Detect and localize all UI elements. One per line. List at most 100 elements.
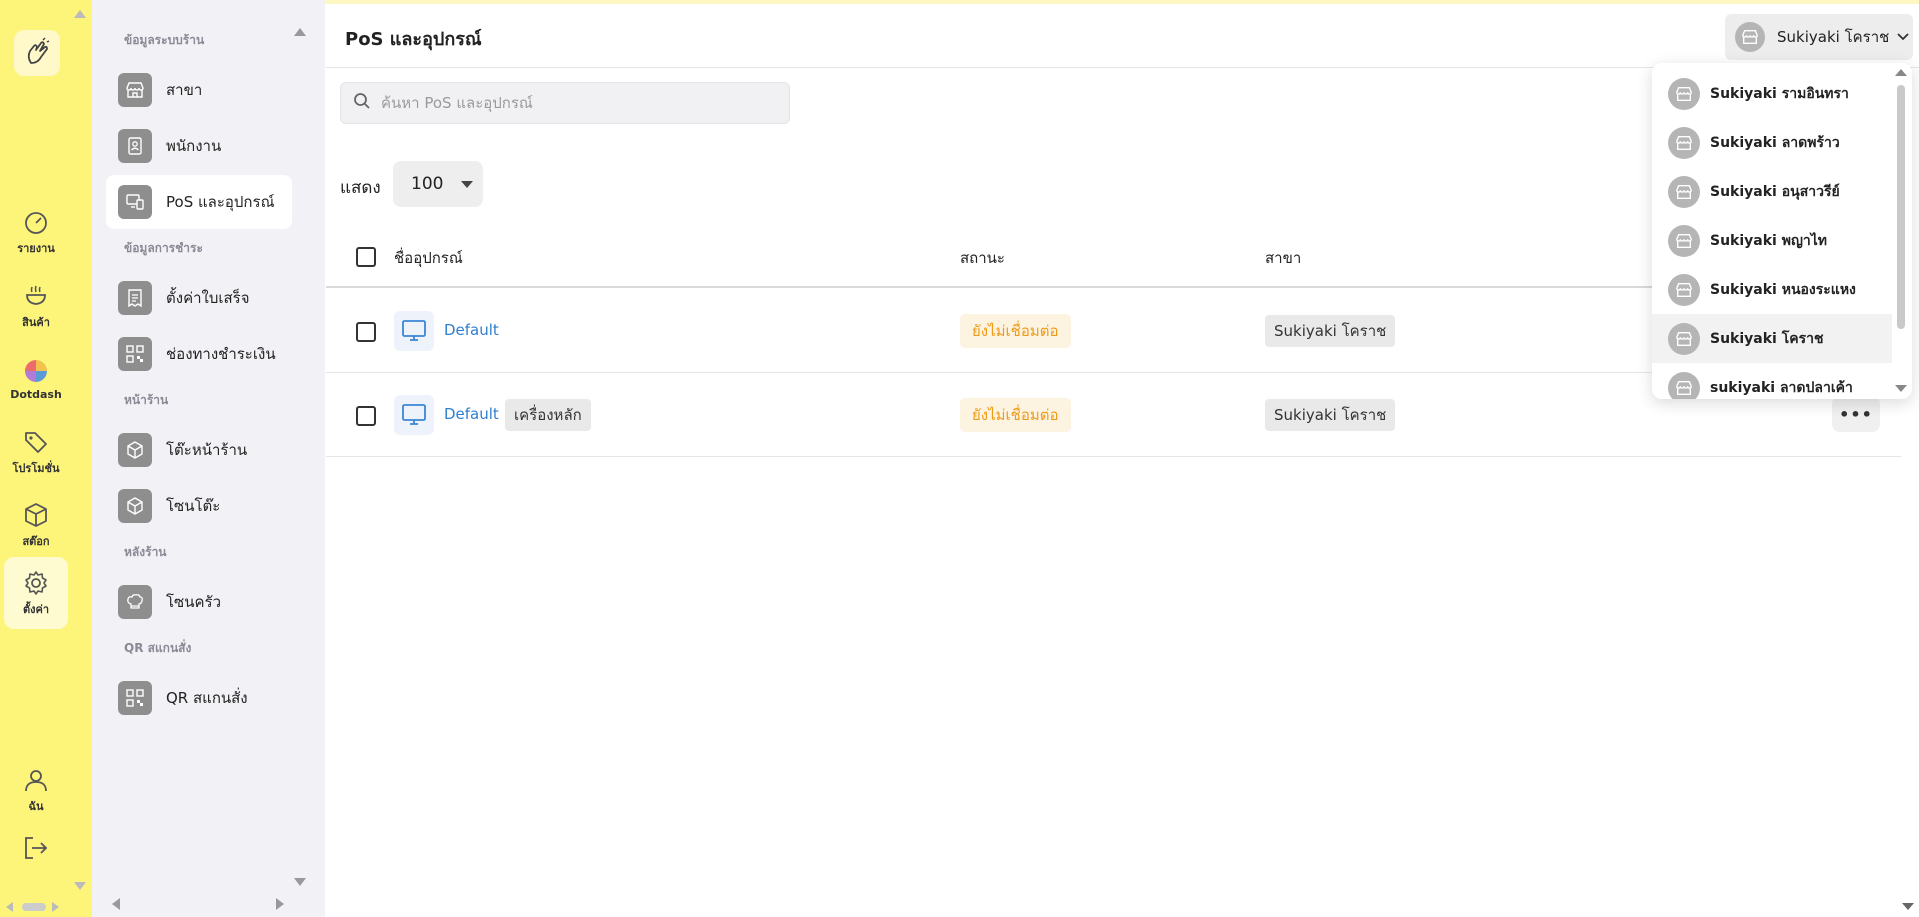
sidebar-item-qr-order[interactable]: QR สแกนสั่ง: [106, 671, 292, 725]
sidebar-item-label: โซนครัว: [166, 593, 222, 611]
store-icon: [1676, 135, 1692, 150]
rail-item-settings[interactable]: ตั้งค่า: [4, 557, 68, 629]
sidebar-scroll-up-arrow[interactable]: [294, 28, 306, 36]
rail-scroll-down-arrow[interactable]: [74, 882, 86, 890]
search-icon: [353, 92, 371, 114]
branch-option[interactable]: Sukiyaki หนองระแหง: [1652, 265, 1892, 314]
sidebar-item-label: ช่องทางชำระเงิน: [166, 345, 276, 363]
box-icon: [22, 501, 50, 529]
caret-down-icon: [461, 181, 473, 188]
branch-option[interactable]: sukiyaki ลาดปลาเค้า: [1652, 363, 1892, 399]
sidebar-scroll-left-arrow[interactable]: [112, 898, 120, 910]
rail-item-promotion[interactable]: โปรโมชั่น: [4, 416, 68, 488]
store-avatar: [1668, 273, 1700, 306]
column-header-status: สถานะ: [960, 249, 1005, 267]
main-scroll-down-arrow[interactable]: [1902, 903, 1914, 910]
store-avatar: [1735, 22, 1765, 52]
store-icon: [1742, 30, 1758, 44]
logout-button[interactable]: [4, 812, 68, 884]
row-checkbox[interactable]: [356, 322, 376, 342]
store-avatar: [1668, 322, 1700, 355]
rail-item-label: สินค้า: [22, 315, 50, 329]
sidebar-item-branch[interactable]: สาขา: [106, 63, 292, 117]
gauge-icon: [22, 208, 50, 236]
main-rail: รายงาน สินค้า Dotdash โปรโมชั่น สต๊อก ตั…: [0, 0, 92, 917]
rail-item-stock[interactable]: สต๊อก: [4, 489, 68, 561]
column-header-branch: สาขา: [1265, 249, 1302, 267]
row-checkbox[interactable]: [356, 406, 376, 426]
sidebar-item-label: QR สแกนสั่ง: [166, 689, 248, 707]
branch-option[interactable]: Sukiyaki รามอินทรา: [1652, 69, 1892, 118]
sidebar-item-label: โต๊ะหน้าร้าน: [166, 441, 248, 459]
branch-selector-button[interactable]: Sukiyaki โคราช: [1725, 14, 1913, 60]
sidebar-item-label: พนักงาน: [166, 137, 222, 155]
branch-option-label: Sukiyaki อนุสาวรีย์: [1710, 183, 1840, 200]
store-icon: [1676, 331, 1692, 346]
branch-tag: Sukiyaki โคราช: [1265, 399, 1396, 431]
receipt-icon: [118, 281, 152, 315]
page-header: PoS และอุปกรณ์ Sukiyaki โคราช: [326, 4, 1919, 68]
sidebar-item-label: ตั้งค่าใบเสร็จ: [166, 289, 250, 307]
search-input[interactable]: [381, 94, 761, 112]
page-title: PoS และอุปกรณ์: [345, 29, 482, 50]
main-device-tag: เครื่องหลัก: [505, 399, 591, 431]
rail-horizontal-scrollbar[interactable]: [22, 903, 46, 911]
row-more-button[interactable]: •••: [1832, 396, 1880, 432]
branch-option[interactable]: Sukiyaki ลาดพร้าว: [1652, 118, 1892, 167]
store-avatar: [1668, 371, 1700, 399]
per-page-label: แสดง: [340, 178, 381, 198]
per-page-select[interactable]: 100: [393, 161, 483, 207]
branch-tag: Sukiyaki โคราช: [1265, 315, 1396, 347]
user-icon: [22, 766, 50, 794]
store-icon: [118, 73, 152, 107]
branch-dropdown: Sukiyaki รามอินทรา Sukiyaki ลาดพร้าว Suk…: [1652, 63, 1912, 399]
branch-option-selected[interactable]: Sukiyaki โคราช: [1652, 314, 1892, 363]
sidebar-item-table-zone[interactable]: โซนโต๊ะ: [106, 479, 292, 533]
sidebar-scroll-down-arrow[interactable]: [294, 878, 306, 886]
settings-sidebar: ข้อมูลระบบร้าน สาขา พนักงาน PoS และอุปกร…: [92, 0, 325, 917]
sidebar-section-back-store: หลังร้าน: [124, 545, 167, 559]
app-logo[interactable]: [14, 30, 60, 76]
dropdown-scrollbar-thumb[interactable]: [1897, 85, 1905, 329]
branch-option-label: Sukiyaki พญาไท: [1710, 232, 1828, 249]
sidebar-item-staff[interactable]: พนักงาน: [106, 119, 292, 173]
bowl-icon: [22, 282, 50, 310]
monitor-icon: [394, 395, 434, 435]
branch-option-label: Sukiyaki หนองระแหง: [1710, 281, 1856, 298]
hand-logo-icon: [27, 37, 50, 64]
sidebar-item-receipt[interactable]: ตั้งค่าใบเสร็จ: [106, 271, 292, 325]
store-icon: [1676, 380, 1692, 395]
device-name-link[interactable]: Default: [444, 321, 499, 339]
rail-item-products[interactable]: สินค้า: [4, 270, 68, 342]
rail-item-label: ตั้งค่า: [22, 602, 50, 616]
rail-item-label: โปรโมชั่น: [12, 461, 60, 475]
sidebar-section-shop-info: ข้อมูลระบบร้าน: [124, 33, 205, 47]
sidebar-item-pos[interactable]: PoS และอุปกรณ์: [106, 175, 292, 229]
sidebar-section-front-store: หน้าร้าน: [124, 393, 169, 407]
store-icon: [1676, 282, 1692, 297]
sidebar-scroll-right-arrow[interactable]: [276, 898, 284, 910]
qr-code-icon: [118, 681, 152, 715]
device-name-link[interactable]: Default: [444, 405, 499, 423]
dropdown-scroll-down-arrow[interactable]: [1895, 385, 1907, 392]
sidebar-item-payment-channel[interactable]: ช่องทางชำระเงิน: [106, 327, 292, 381]
branch-option[interactable]: Sukiyaki พญาไท: [1652, 216, 1892, 265]
tag-icon: [22, 428, 50, 456]
rail-scroll-right-arrow[interactable]: [52, 902, 59, 912]
rail-item-dotdash[interactable]: Dotdash: [4, 343, 68, 415]
dropdown-scroll-up-arrow[interactable]: [1895, 69, 1907, 76]
rail-scroll-left-arrow[interactable]: [6, 902, 13, 912]
rail-scroll-up-arrow[interactable]: [74, 10, 86, 18]
search-box: [340, 82, 790, 124]
column-header-name: ชื่ออุปกรณ์: [394, 249, 463, 267]
sidebar-item-table[interactable]: โต๊ะหน้าร้าน: [106, 423, 292, 477]
select-all-checkbox[interactable]: [356, 247, 376, 267]
sidebar-section-payment-info: ข้อมูลการชำระ: [124, 241, 203, 255]
branch-option[interactable]: Sukiyaki อนุสาวรีย์: [1652, 167, 1892, 216]
sidebar-item-kitchen-zone[interactable]: โซนครัว: [106, 575, 292, 629]
id-badge-icon: [118, 129, 152, 163]
store-avatar: [1668, 77, 1700, 110]
rail-item-report[interactable]: รายงาน: [4, 196, 68, 268]
store-avatar: [1668, 224, 1700, 257]
cube-icon: [118, 433, 152, 467]
